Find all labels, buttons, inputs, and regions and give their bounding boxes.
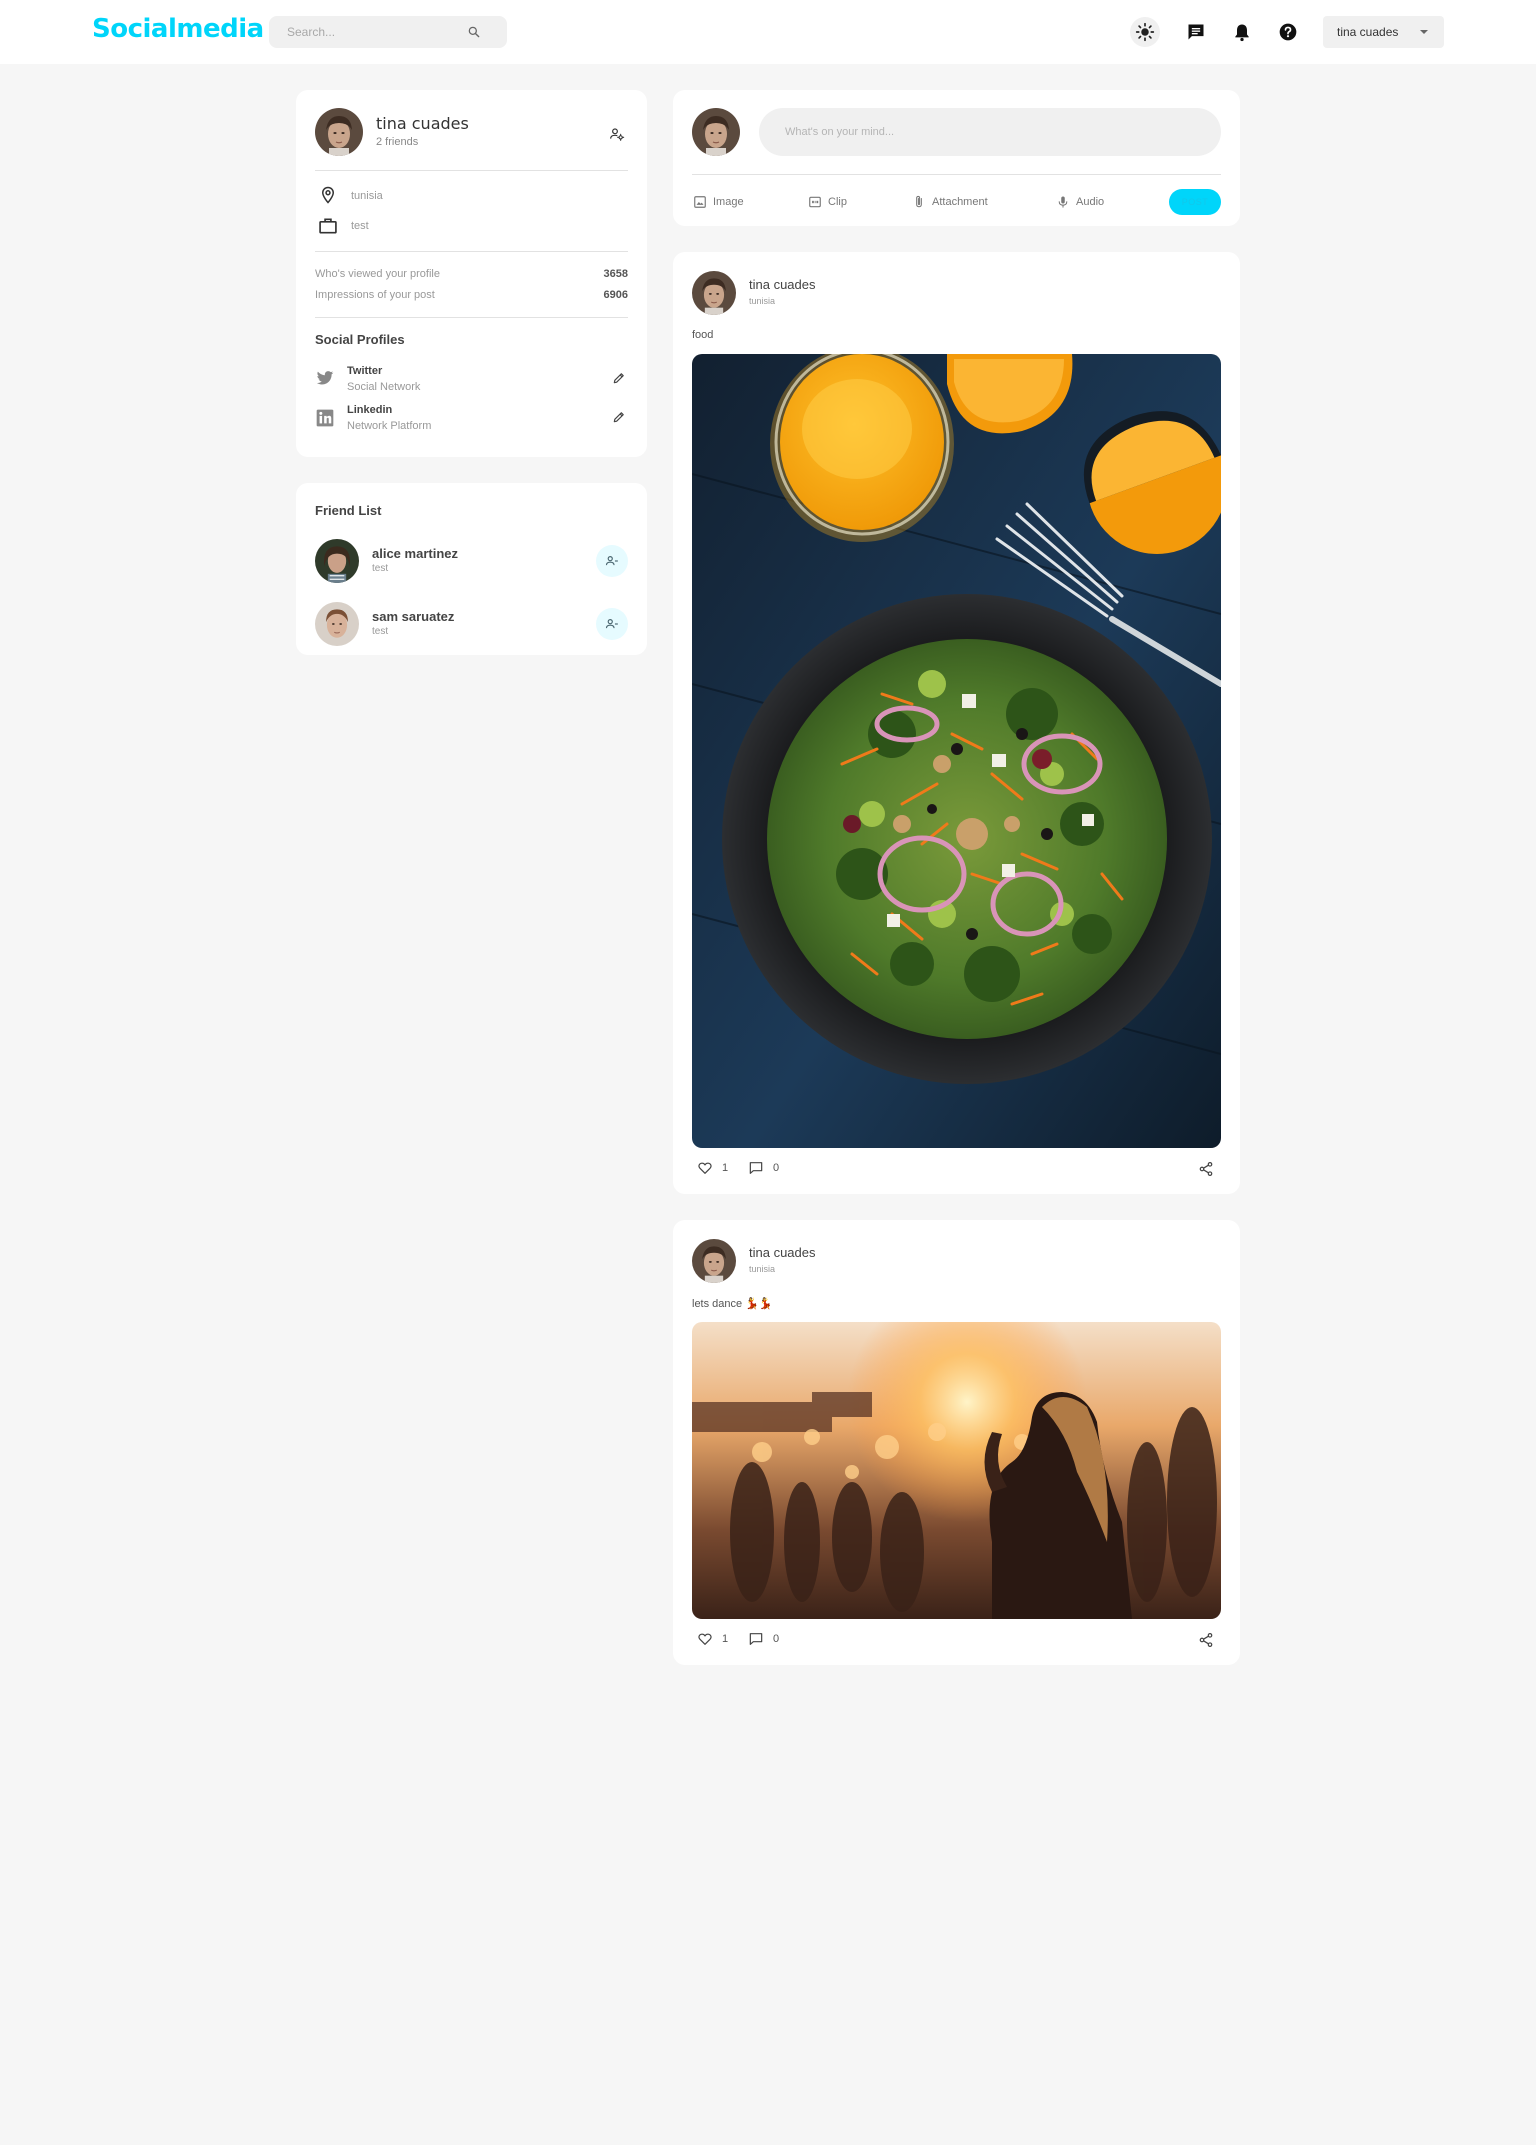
- post-card: tina cuades tunisia food 1 0: [673, 252, 1240, 1194]
- comment-count: 0: [773, 1633, 780, 1645]
- friend-subtitle: test: [372, 626, 389, 637]
- stat-label: Impressions of your post: [315, 289, 435, 301]
- location-icon: [321, 186, 335, 204]
- post-image-dance[interactable]: [692, 1322, 1221, 1619]
- friends-count: 2 friends: [376, 136, 419, 148]
- share-icon[interactable]: [1198, 1161, 1214, 1177]
- image-option-label: Image: [713, 196, 744, 208]
- edit-icon[interactable]: [612, 410, 626, 424]
- brand-logo[interactable]: Socialmedia: [92, 14, 264, 44]
- post-location: tunisia: [749, 1264, 776, 1274]
- avatar[interactable]: [315, 602, 359, 646]
- profile-name[interactable]: tina cuades: [376, 114, 469, 133]
- post-button[interactable]: POST: [1169, 189, 1221, 215]
- paperclip-icon: [916, 195, 922, 208]
- search-icon[interactable]: [467, 25, 481, 39]
- avatar[interactable]: [692, 108, 740, 156]
- image-option[interactable]: Image: [693, 195, 744, 209]
- divider: [315, 170, 628, 171]
- post-composer: Image Clip Attachment Audio POST: [673, 90, 1240, 226]
- like-count: 1: [722, 1162, 729, 1174]
- friend-list-title: Friend List: [315, 503, 382, 518]
- person-remove-icon: [605, 619, 618, 629]
- divider: [692, 174, 1221, 175]
- post-image-salad[interactable]: [692, 354, 1221, 1148]
- search-input[interactable]: [287, 16, 457, 48]
- chevron-down-icon: [1420, 30, 1428, 34]
- search-bar: [269, 16, 507, 48]
- edit-icon[interactable]: [612, 371, 626, 385]
- person-remove-icon: [605, 556, 618, 566]
- like-button[interactable]: 1: [697, 1160, 728, 1176]
- comment-button[interactable]: 0: [748, 1631, 779, 1647]
- post-card: tina cuades tunisia lets dance 💃💃 1 0: [673, 1220, 1240, 1665]
- linkedin-icon: [316, 409, 334, 427]
- stat-value: 3658: [603, 268, 628, 280]
- avatar[interactable]: [692, 271, 736, 315]
- social-name: Twitter: [347, 365, 383, 377]
- help-icon[interactable]: [1273, 17, 1303, 47]
- heart-icon: [698, 1162, 712, 1174]
- audio-option-label: Audio: [1076, 196, 1105, 208]
- heart-icon: [698, 1633, 712, 1645]
- social-profiles-title: Social Profiles: [315, 332, 405, 347]
- comment-icon: [749, 1633, 763, 1645]
- friend-subtitle: test: [372, 563, 389, 574]
- twitter-icon: [316, 371, 334, 385]
- clip-option[interactable]: Clip: [808, 195, 847, 209]
- comment-icon: [749, 1162, 763, 1174]
- post-author[interactable]: tina cuades: [749, 277, 816, 292]
- avatar[interactable]: [315, 108, 363, 156]
- like-button[interactable]: 1: [697, 1631, 728, 1647]
- stat-label: Who's viewed your profile: [315, 268, 440, 280]
- friend-name[interactable]: sam saruatez: [372, 609, 454, 624]
- user-account-dropdown[interactable]: tina cuades: [1323, 16, 1444, 48]
- divider: [315, 251, 628, 252]
- microphone-icon: [1058, 196, 1068, 208]
- avatar[interactable]: [692, 1239, 736, 1283]
- user-account-name: tina cuades: [1337, 25, 1399, 39]
- gif-icon: [809, 196, 821, 208]
- post-location: tunisia: [749, 296, 776, 306]
- post-input[interactable]: [759, 108, 1221, 156]
- comment-count: 0: [773, 1162, 780, 1174]
- post-text: lets dance 💃💃: [692, 1298, 773, 1310]
- comment-button[interactable]: 0: [748, 1160, 779, 1176]
- share-icon[interactable]: [1198, 1632, 1214, 1648]
- post-text: food: [692, 329, 714, 341]
- remove-friend-button[interactable]: [596, 608, 628, 640]
- profile-location: tunisia: [351, 190, 383, 202]
- profile-card: tina cuades 2 friends tunisia test Who's…: [296, 90, 647, 457]
- attachment-option[interactable]: Attachment: [912, 195, 988, 209]
- audio-option[interactable]: Audio: [1056, 195, 1104, 209]
- manage-account-icon[interactable]: [609, 126, 625, 142]
- theme-toggle-icon[interactable]: [1130, 17, 1160, 47]
- messages-icon[interactable]: [1181, 17, 1211, 47]
- friend-name[interactable]: alice martinez: [372, 546, 458, 561]
- clip-option-label: Clip: [828, 196, 847, 208]
- friend-list-card: Friend List alice martinez test sam saru…: [296, 483, 647, 655]
- avatar[interactable]: [315, 539, 359, 583]
- like-count: 1: [722, 1633, 729, 1645]
- stat-value: 6906: [603, 289, 628, 301]
- social-subtitle: Network Platform: [347, 420, 432, 432]
- top-navbar: Socialmedia tina cuades: [0, 0, 1536, 64]
- remove-friend-button[interactable]: [596, 545, 628, 577]
- image-icon: [694, 196, 706, 208]
- attachment-option-label: Attachment: [932, 196, 988, 208]
- post-author[interactable]: tina cuades: [749, 1245, 816, 1260]
- profile-occupation: test: [351, 220, 369, 232]
- work-icon: [319, 218, 337, 234]
- social-name: Linkedin: [347, 404, 393, 416]
- notifications-icon[interactable]: [1227, 17, 1257, 47]
- divider: [315, 317, 628, 318]
- social-subtitle: Social Network: [347, 381, 421, 393]
